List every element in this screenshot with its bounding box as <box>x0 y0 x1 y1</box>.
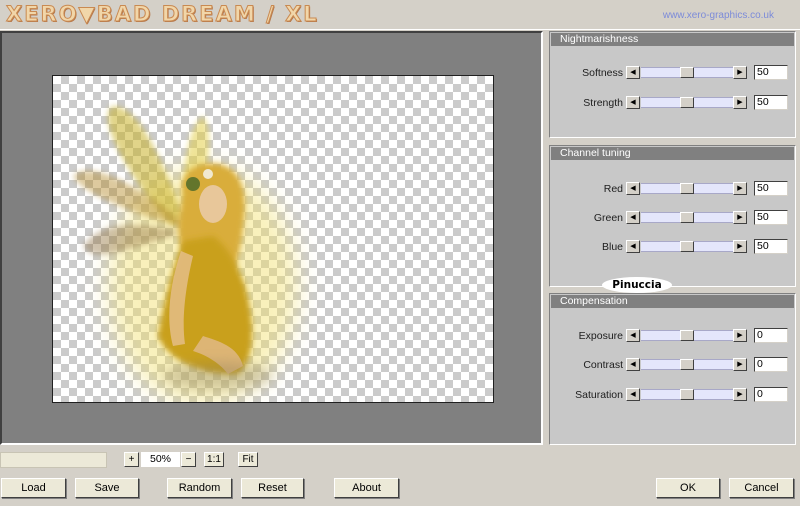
green-slider[interactable] <box>641 212 733 223</box>
fit-button[interactable]: Fit <box>238 452 258 467</box>
triangle-left-icon[interactable]: ◀ <box>626 388 640 401</box>
softness-slider[interactable] <box>641 67 733 78</box>
exposure-row: Exposure ◀ ▶ 0 <box>550 328 795 343</box>
actual-size-button[interactable]: 1:1 <box>204 452 224 467</box>
strength-value-field[interactable]: 50 <box>754 95 788 110</box>
preview-canvas[interactable] <box>52 75 494 403</box>
title-bar: XERO▼BAD DREAM / XL www.xero-graphics.co… <box>0 0 800 30</box>
slider-thumb[interactable] <box>680 97 694 108</box>
slider-thumb[interactable] <box>680 330 694 341</box>
zoom-level: 50% <box>141 452 180 467</box>
slider-thumb[interactable] <box>680 67 694 78</box>
slider-thumb[interactable] <box>680 212 694 223</box>
strength-row: Strength ◀ ▶ 50 <box>550 95 795 110</box>
slider-thumb[interactable] <box>680 389 694 400</box>
green-row: Green ◀ ▶ 50 <box>550 210 795 225</box>
zoom-out-button[interactable]: − <box>181 452 196 467</box>
triangle-right-icon[interactable]: ▶ <box>733 182 747 195</box>
triangle-right-icon[interactable]: ▶ <box>733 96 747 109</box>
zoom-in-button[interactable]: + <box>124 452 139 467</box>
green-value-field[interactable]: 50 <box>754 210 788 225</box>
softness-label: Softness <box>582 67 623 79</box>
triangle-right-icon[interactable]: ▶ <box>733 329 747 342</box>
channel-tuning-panel: Channel tuning Red ◀ ▶ 50 Green ◀ ▶ 50 B… <box>549 145 796 287</box>
random-button[interactable]: Random <box>167 478 232 498</box>
blue-label: Blue <box>601 241 623 253</box>
triangle-left-icon[interactable]: ◀ <box>626 66 640 79</box>
blue-value-field[interactable]: 50 <box>754 239 788 254</box>
strength-slider[interactable] <box>641 97 733 108</box>
about-button[interactable]: About <box>334 478 399 498</box>
triangle-right-icon[interactable]: ▶ <box>733 240 747 253</box>
fairy-image <box>73 106 298 402</box>
red-value-field[interactable]: 50 <box>754 181 788 196</box>
contrast-row: Contrast ◀ ▶ 0 <box>550 357 795 372</box>
blue-slider[interactable] <box>641 241 733 252</box>
preview-area <box>0 31 543 445</box>
save-button[interactable]: Save <box>75 478 139 498</box>
cancel-button[interactable]: Cancel <box>729 478 794 498</box>
triangle-right-icon[interactable]: ▶ <box>733 66 747 79</box>
triangle-left-icon[interactable]: ◀ <box>626 358 640 371</box>
slider-thumb[interactable] <box>680 241 694 252</box>
contrast-label: Contrast <box>583 359 623 371</box>
watermark-label: Pinuccia <box>602 277 672 293</box>
app-logo: XERO▼BAD DREAM / XL <box>6 2 319 27</box>
status-field <box>0 452 107 468</box>
triangle-right-icon[interactable]: ▶ <box>733 388 747 401</box>
contrast-slider[interactable] <box>641 359 733 370</box>
strength-label: Strength <box>583 97 623 109</box>
compensation-panel: Compensation Exposure ◀ ▶ 0 Contrast ◀ ▶… <box>549 293 796 445</box>
triangle-right-icon[interactable]: ▶ <box>733 358 747 371</box>
red-label: Red <box>603 183 623 195</box>
exposure-label: Exposure <box>578 330 623 342</box>
triangle-left-icon[interactable]: ◀ <box>626 182 640 195</box>
nightmarishness-header: Nightmarishness <box>551 33 794 46</box>
exposure-slider[interactable] <box>641 330 733 341</box>
compensation-header: Compensation <box>551 295 794 308</box>
website-link[interactable]: www.xero-graphics.co.uk <box>663 10 774 21</box>
nightmarishness-panel: Nightmarishness Softness ◀ ▶ 50 Strength… <box>549 31 796 138</box>
saturation-label: Saturation <box>575 389 623 401</box>
slider-thumb[interactable] <box>680 359 694 370</box>
triangle-left-icon[interactable]: ◀ <box>626 211 640 224</box>
triangle-left-icon[interactable]: ◀ <box>626 329 640 342</box>
load-button[interactable]: Load <box>1 478 66 498</box>
ok-button[interactable]: OK <box>656 478 720 498</box>
red-row: Red ◀ ▶ 50 <box>550 181 795 196</box>
slider-thumb[interactable] <box>680 183 694 194</box>
saturation-row: Saturation ◀ ▶ 0 <box>550 387 795 402</box>
saturation-value-field[interactable]: 0 <box>754 387 788 402</box>
red-slider[interactable] <box>641 183 733 194</box>
softness-value-field[interactable]: 50 <box>754 65 788 80</box>
channel-tuning-header: Channel tuning <box>551 147 794 160</box>
triangle-left-icon[interactable]: ◀ <box>626 96 640 109</box>
triangle-left-icon[interactable]: ◀ <box>626 240 640 253</box>
softness-row: Softness ◀ ▶ 50 <box>550 65 795 80</box>
exposure-value-field[interactable]: 0 <box>754 328 788 343</box>
green-label: Green <box>593 212 623 224</box>
contrast-value-field[interactable]: 0 <box>754 357 788 372</box>
reset-button[interactable]: Reset <box>241 478 304 498</box>
triangle-right-icon[interactable]: ▶ <box>733 211 747 224</box>
saturation-slider[interactable] <box>641 389 733 400</box>
blue-row: Blue ◀ ▶ 50 <box>550 239 795 254</box>
